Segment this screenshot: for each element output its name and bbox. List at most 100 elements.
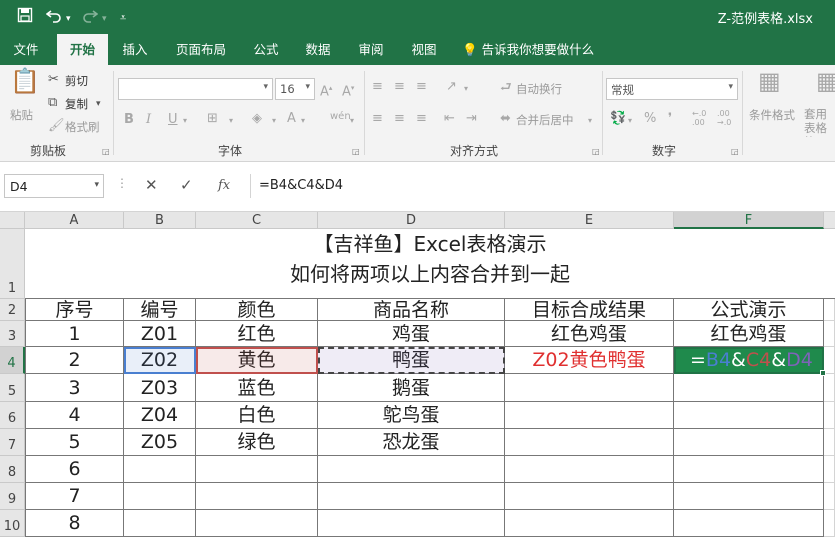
cell-b3[interactable]: Z01: [124, 321, 196, 347]
cell-f2[interactable]: 公式演示: [674, 299, 824, 321]
decrease-decimal-icon[interactable]: .00 →.0: [717, 109, 731, 127]
border-icon[interactable]: ⊞: [207, 111, 218, 127]
cell-b2[interactable]: 编号: [124, 299, 196, 321]
cell-a3[interactable]: 1: [25, 321, 124, 347]
border-dropdown-icon[interactable]: ▾: [229, 113, 233, 129]
cell-d5[interactable]: 鹅蛋: [318, 374, 505, 402]
cell-d3[interactable]: 鸡蛋: [318, 321, 505, 347]
cell-b7[interactable]: Z05: [124, 429, 196, 456]
copy-button[interactable]: 复制: [65, 96, 88, 112]
cell-b6[interactable]: Z04: [124, 402, 196, 429]
bold-button[interactable]: B: [124, 112, 134, 128]
font-size-combo[interactable]: 16 ▾: [275, 78, 315, 100]
cell-b8[interactable]: [124, 456, 196, 483]
currency-icon[interactable]: 💱: [610, 111, 626, 127]
name-box[interactable]: D4 ▾: [4, 174, 104, 198]
align-top-icon[interactable]: ≡: [372, 79, 383, 95]
row-header-3[interactable]: 3: [0, 321, 25, 347]
format-painter-icon[interactable]: 🖌: [48, 118, 65, 134]
cell-c6[interactable]: 白色: [196, 402, 318, 429]
align-left-icon[interactable]: ≡: [372, 111, 383, 127]
orientation-icon[interactable]: ↗: [446, 79, 457, 95]
number-format-combo[interactable]: 常规 ▾: [606, 78, 738, 100]
orientation-dropdown-icon[interactable]: ▾: [464, 81, 468, 97]
merged-title-cell[interactable]: 【吉祥鱼】Excel表格演示 如何将两项以上内容合并到一起: [25, 229, 835, 299]
decrease-indent-icon[interactable]: ⇤: [444, 111, 455, 127]
cell-g6[interactable]: [824, 402, 835, 429]
cell-c3[interactable]: 红色: [196, 321, 318, 347]
column-header-f[interactable]: F: [674, 212, 824, 229]
align-center-icon[interactable]: ≡: [394, 111, 405, 127]
font-color-dropdown-icon[interactable]: ▾: [301, 113, 305, 129]
underline-dropdown-icon[interactable]: ▾: [183, 113, 187, 129]
phonetic-icon[interactable]: wén: [330, 109, 351, 125]
align-right-icon[interactable]: ≡: [416, 111, 427, 127]
column-header-a[interactable]: A: [25, 212, 124, 229]
cell-e6[interactable]: [505, 402, 674, 429]
cell-d7[interactable]: 恐龙蛋: [318, 429, 505, 456]
cell-a5[interactable]: 3: [25, 374, 124, 402]
cell-b10[interactable]: [124, 510, 196, 537]
align-bottom-icon[interactable]: ≡: [416, 79, 427, 95]
row-header-10[interactable]: 10: [0, 510, 25, 537]
currency-dropdown-icon[interactable]: ▾: [628, 113, 632, 129]
cell-d2[interactable]: 商品名称: [318, 299, 505, 321]
cell-e9[interactable]: [505, 483, 674, 510]
cell-c2[interactable]: 颜色: [196, 299, 318, 321]
cell-f8[interactable]: [674, 456, 824, 483]
cell-a6[interactable]: 4: [25, 402, 124, 429]
fill-dropdown-icon[interactable]: ▾: [272, 113, 276, 129]
column-header-g[interactable]: [824, 212, 835, 229]
cell-g5[interactable]: [824, 374, 835, 402]
fill-color-icon[interactable]: ◈: [252, 111, 262, 127]
cell-c8[interactable]: [196, 456, 318, 483]
row-header-8[interactable]: 8: [0, 456, 25, 483]
cell-d9[interactable]: [318, 483, 505, 510]
comma-style-icon[interactable]: ❜: [668, 111, 672, 127]
cell-a7[interactable]: 5: [25, 429, 124, 456]
cell-e7[interactable]: [505, 429, 674, 456]
row-header-2[interactable]: 2: [0, 299, 25, 321]
tab-home[interactable]: 开始: [57, 34, 108, 65]
number-launcher-icon[interactable]: ◲: [731, 147, 739, 156]
merge-center-button[interactable]: 合并后居中: [516, 112, 574, 128]
format-as-table-icon[interactable]: ▦: [816, 69, 835, 93]
align-middle-icon[interactable]: ≡: [394, 79, 405, 95]
copy-dropdown-icon[interactable]: ▾: [96, 96, 101, 112]
cell-a9[interactable]: 7: [25, 483, 124, 510]
cell-d8[interactable]: [318, 456, 505, 483]
cell-c10[interactable]: [196, 510, 318, 537]
customize-qat-icon[interactable]: ⩡: [120, 9, 126, 27]
font-color-icon[interactable]: A: [287, 111, 296, 127]
paste-button[interactable]: 粘贴: [10, 107, 33, 123]
fill-handle[interactable]: [820, 370, 826, 376]
row-header-5[interactable]: 5: [0, 374, 25, 402]
column-header-c[interactable]: C: [196, 212, 318, 229]
undo-dropdown-icon[interactable]: ▾: [66, 10, 71, 28]
cell-a2[interactable]: 序号: [25, 299, 124, 321]
cell-f3[interactable]: 红色鸡蛋: [674, 321, 824, 347]
merge-center-icon[interactable]: ⬌: [500, 111, 511, 127]
undo-icon[interactable]: [45, 7, 62, 27]
cell-g7[interactable]: [824, 429, 835, 456]
more-options-icon[interactable]: ⋮: [116, 176, 128, 190]
cell-b5[interactable]: Z03: [124, 374, 196, 402]
format-as-table-button[interactable]: 套用表格格: [804, 107, 835, 137]
tab-page-layout[interactable]: 页面布局: [167, 34, 235, 65]
phonetic-dropdown-icon[interactable]: ▾: [350, 113, 354, 129]
cell-c9[interactable]: [196, 483, 318, 510]
cell-e4[interactable]: Z02黄色鸭蛋: [505, 347, 674, 374]
row-header-9[interactable]: 9: [0, 483, 25, 510]
cell-g9[interactable]: [824, 483, 835, 510]
cell-f10[interactable]: [674, 510, 824, 537]
cell-c7[interactable]: 绿色: [196, 429, 318, 456]
font-name-combo[interactable]: ▾: [118, 78, 273, 100]
cell-a4[interactable]: 2: [25, 347, 124, 374]
conditional-format-button[interactable]: 条件格式: [749, 107, 795, 123]
cell-g2[interactable]: [824, 299, 835, 321]
cut-button[interactable]: 剪切: [65, 73, 88, 89]
cell-g3[interactable]: [824, 321, 835, 347]
tab-insert[interactable]: 插入: [114, 34, 156, 65]
cell-f6[interactable]: [674, 402, 824, 429]
redo-icon[interactable]: [82, 7, 99, 27]
